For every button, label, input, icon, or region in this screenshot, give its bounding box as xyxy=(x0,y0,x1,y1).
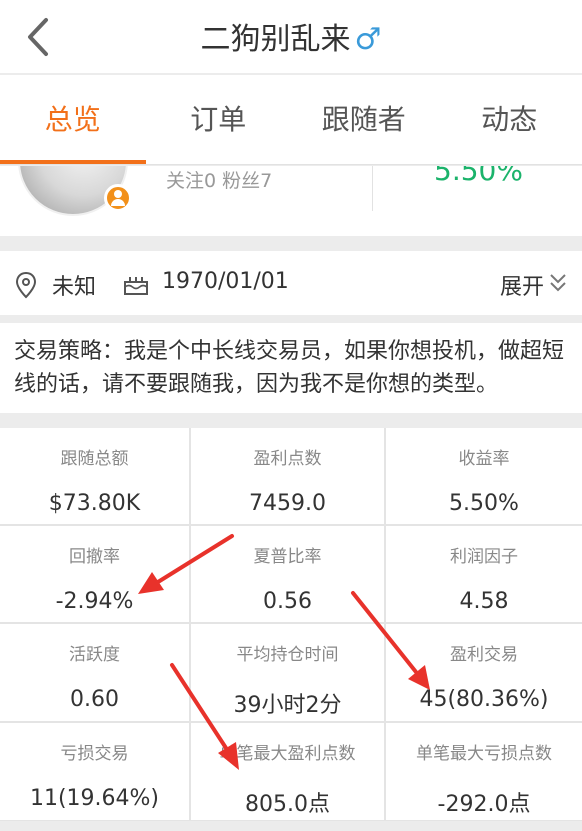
stat-sharpe-ratio: 夏普比率 0.56 xyxy=(191,526,384,622)
stat-value: 39小时2分 xyxy=(233,693,342,718)
stat-value: -292.0点 xyxy=(437,792,531,817)
stat-value: 805.0点 xyxy=(245,792,330,817)
stat-drawdown: 回撤率 -2.94% xyxy=(0,526,189,622)
stat-value: $73.80K xyxy=(48,491,141,516)
tab-activity[interactable]: 动态 xyxy=(437,75,582,164)
stat-value: 7459.0 xyxy=(249,491,326,516)
stat-label: 平均持仓时间 xyxy=(236,645,339,665)
male-icon: ♂ xyxy=(354,22,382,57)
stat-label: 盈利交易 xyxy=(450,645,518,665)
tab-bar: 总览 订单 跟随者 动态 xyxy=(0,75,582,165)
section-gap xyxy=(0,413,582,428)
return-rate: 5.50% xyxy=(434,166,523,187)
stat-label: 盈利点数 xyxy=(253,449,322,469)
follow-counts: 关注0 粉丝7 xyxy=(166,170,273,192)
stat-label: 回撤率 xyxy=(69,547,120,567)
section-gap xyxy=(0,315,582,323)
stat-value: 11(19.64%) xyxy=(29,786,160,811)
stat-label: 活跃度 xyxy=(69,645,120,665)
stat-profit-factor: 利润因子 4.58 xyxy=(386,526,582,622)
stat-max-single-profit: 单笔最大盈利点数 805.0点 xyxy=(191,723,384,820)
stat-value: 0.56 xyxy=(263,589,312,614)
double-chevron-down-icon[interactable] xyxy=(548,272,568,294)
stat-follow-total: 跟随总额 $73.80K xyxy=(0,428,189,524)
top-bar: 二狗别乱来 ♂ xyxy=(0,0,582,74)
stat-label: 单笔最大亏损点数 xyxy=(416,744,552,764)
tab-followers[interactable]: 跟随者 xyxy=(291,75,437,164)
stats-grid: 跟随总额 $73.80K 盈利点数 7459.0 收益率 5.50% 回撤率 -… xyxy=(0,428,582,821)
stat-activity: 活跃度 0.60 xyxy=(0,624,189,721)
birthday-cake-icon xyxy=(124,277,148,295)
expand-button[interactable]: 展开 xyxy=(500,269,544,301)
stat-value: -2.94% xyxy=(55,589,134,614)
trader-name: 二狗别乱来 xyxy=(200,22,351,57)
divider xyxy=(372,166,373,211)
stat-label: 收益率 xyxy=(458,449,510,469)
section-gap xyxy=(0,236,582,251)
user-badge-icon xyxy=(104,184,132,212)
tab-overview[interactable]: 总览 xyxy=(0,75,146,164)
profile-summary: 关注0 粉丝7 5.50% xyxy=(0,166,582,236)
location-text: 未知 xyxy=(52,275,97,300)
stat-avg-holding-time: 平均持仓时间 39小时2分 xyxy=(191,624,384,721)
stat-profit-points: 盈利点数 7459.0 xyxy=(191,428,384,524)
stat-value: 5.50% xyxy=(449,491,519,516)
stat-value: 0.60 xyxy=(70,687,119,712)
page-title: 二狗别乱来 ♂ xyxy=(0,14,582,58)
birthday-text: 1970/01/01 xyxy=(162,269,289,294)
location-pin-icon xyxy=(15,271,37,299)
info-row: 未知 1970/01/01 展开 xyxy=(0,251,582,315)
stat-losing-trades: 亏损交易 11(19.64%) xyxy=(0,723,189,820)
stat-value: 45(80.36%) xyxy=(419,687,549,712)
stat-value: 4.58 xyxy=(459,589,509,614)
stat-return-rate: 收益率 5.50% xyxy=(386,428,582,524)
stat-label: 夏普比率 xyxy=(253,547,322,567)
stat-winning-trades: 盈利交易 45(80.36%) xyxy=(386,624,582,721)
trading-strategy: 交易策略：我是个中长线交易员，如果你想投机，做超短线的话，请不要跟随我，因为我不… xyxy=(0,323,582,413)
stat-label: 亏损交易 xyxy=(60,744,129,764)
stat-label: 跟随总额 xyxy=(60,449,129,469)
stat-max-single-loss: 单笔最大亏损点数 -292.0点 xyxy=(386,723,582,820)
stat-label: 利润因子 xyxy=(450,547,518,567)
tab-orders[interactable]: 订单 xyxy=(146,75,292,164)
stat-label: 单笔最大盈利点数 xyxy=(219,744,356,764)
